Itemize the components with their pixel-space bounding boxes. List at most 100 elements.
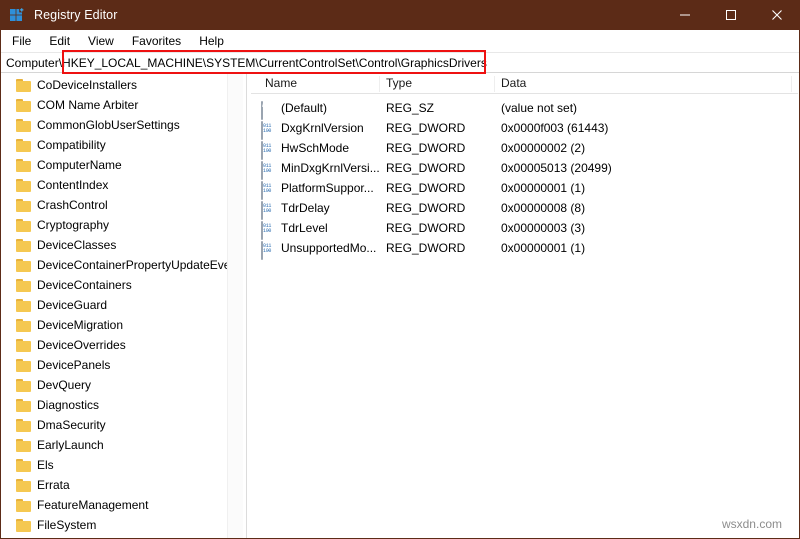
value-name: DxgKrnlVersion (281, 121, 364, 135)
value-row[interactable]: ab (Default) REG_SZ (value not set) (251, 99, 798, 120)
value-name: HwSchMode (281, 141, 350, 155)
folder-icon (16, 238, 32, 252)
tree-item-label: Errata (37, 478, 70, 492)
tree-item[interactable]: DevicePanels (0, 355, 228, 375)
tree-item-label: DeviceOverrides (37, 338, 126, 352)
maximize-icon[interactable] (708, 0, 754, 30)
value-column-header: Name Type Data (251, 74, 798, 94)
address-bar[interactable]: Computer\HKEY_LOCAL_MACHINE\SYSTEM\Curre… (0, 52, 800, 73)
menu-view[interactable]: View (79, 32, 123, 51)
tree-item[interactable]: DeviceOverrides (0, 335, 228, 355)
tree-item-label: DmaSecurity (37, 418, 106, 432)
dword-value-icon: 011100 (261, 121, 275, 140)
tree-item[interactable]: DeviceContainers (0, 275, 228, 295)
folder-icon (16, 498, 32, 512)
menu-favorites[interactable]: Favorites (123, 32, 190, 51)
tree-item-label: FileSystem (37, 518, 97, 532)
folder-icon (16, 458, 32, 472)
tree-item[interactable]: Diagnostics (0, 395, 228, 415)
tree-item[interactable]: Errata (0, 475, 228, 495)
tree-item-label: CommonGlobUserSettings (37, 118, 180, 132)
value-name: (Default) (281, 101, 328, 115)
menu-help[interactable]: Help (190, 32, 233, 51)
value-type: REG_DWORD (386, 121, 466, 135)
tree-item[interactable]: EarlyLaunch (0, 435, 228, 455)
value-type: REG_DWORD (386, 241, 466, 255)
tree-item-label: Els (37, 458, 54, 472)
minimize-icon[interactable] (662, 0, 708, 30)
tree-item-label: COM Name Arbiter (37, 98, 139, 112)
value-row[interactable]: 011100 PlatformSuppor... REG_DWORD 0x000000… (251, 179, 798, 200)
column-header-data[interactable]: Data (501, 74, 526, 93)
tree-item-label: Compatibility (37, 138, 106, 152)
tree-item[interactable]: Cryptography (0, 215, 228, 235)
tree-item-label: Cryptography (37, 218, 110, 232)
folder-icon (16, 138, 32, 152)
folder-icon (16, 378, 32, 392)
value-data: 0x00000002 (2) (501, 141, 586, 155)
close-icon[interactable] (754, 0, 800, 30)
tree-item-label: CoDeviceInstallers (37, 78, 138, 92)
tree-item[interactable]: CoDeviceInstallers (0, 75, 228, 95)
tree-item[interactable]: DeviceMigration (0, 315, 228, 335)
value-name: UnsupportedMo... (281, 241, 377, 255)
value-type: REG_SZ (386, 101, 435, 115)
folder-icon (16, 258, 32, 272)
tree-item[interactable]: FileSystem (0, 515, 228, 535)
tree-item[interactable]: FeatureManagement (0, 495, 228, 515)
value-row[interactable]: 011100 DxgKrnlVersion REG_DWORD 0x0000f003 … (251, 119, 798, 140)
value-data: 0x00000008 (8) (501, 201, 586, 215)
folder-icon (16, 518, 32, 532)
value-row[interactable]: 011100 TdrDelay REG_DWORD 0x00000008 (8) (251, 199, 798, 220)
tree-scrollbar[interactable] (227, 74, 243, 539)
column-header-type[interactable]: Type (386, 74, 412, 93)
value-row[interactable]: 011100 TdrLevel REG_DWORD 0x00000003 (3) (251, 219, 798, 240)
folder-icon (16, 358, 32, 372)
string-value-icon: ab (261, 101, 275, 120)
tree-item[interactable]: DmaSecurity (0, 415, 228, 435)
value-name: TdrLevel (281, 221, 328, 235)
folder-icon (16, 478, 32, 492)
menu-edit[interactable]: Edit (40, 32, 79, 51)
folder-icon (16, 78, 32, 92)
tree-item[interactable]: ContentIndex (0, 175, 228, 195)
value-type: REG_DWORD (386, 161, 466, 175)
value-data: 0x00000003 (3) (501, 221, 586, 235)
tree-item[interactable]: DeviceGuard (0, 295, 228, 315)
tree-item[interactable]: DeviceClasses (0, 235, 228, 255)
tree-item[interactable]: DevQuery (0, 375, 228, 395)
column-header-name[interactable]: Name (265, 74, 297, 93)
value-row[interactable]: 011100 HwSchMode REG_DWORD 0x00000002 (2) (251, 139, 798, 160)
value-name: TdrDelay (281, 201, 330, 215)
pane-splitter[interactable] (243, 74, 251, 539)
value-data: 0x0000f003 (61443) (501, 121, 609, 135)
tree-item[interactable]: DeviceContainerPropertyUpdateEvents (0, 255, 243, 275)
tree-item[interactable]: CommonGlobUserSettings (0, 115, 228, 135)
window-controls (662, 0, 800, 30)
registry-value-list: ab (Default) REG_SZ (value not set) 011100 Dx… (251, 94, 798, 260)
value-type: REG_DWORD (386, 181, 466, 195)
tree-item[interactable]: ComputerName (0, 155, 228, 175)
value-type: REG_DWORD (386, 141, 466, 155)
tree-item[interactable]: Els (0, 455, 228, 475)
folder-icon (16, 398, 32, 412)
value-row[interactable]: 011100 UnsupportedMo... REG_DWORD 0x0000000… (251, 239, 798, 260)
value-row[interactable]: 011100 MinDxgKrnlVersi... REG_DWORD 0x00005… (251, 159, 798, 180)
tree-item[interactable]: COM Name Arbiter (0, 95, 228, 115)
menu-file[interactable]: File (3, 32, 40, 51)
tree-item-label: DevQuery (37, 378, 92, 392)
tree-item[interactable]: Compatibility (0, 135, 228, 155)
tree-item[interactable]: CrashControl (0, 195, 228, 215)
